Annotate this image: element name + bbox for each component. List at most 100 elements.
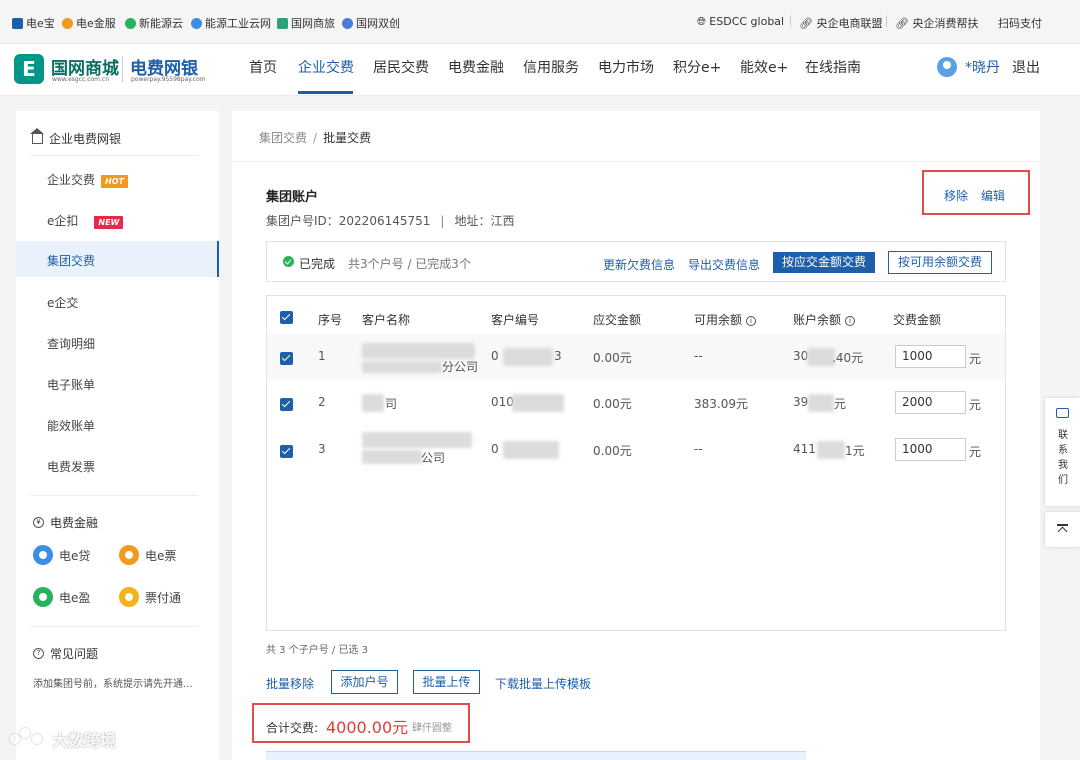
redacted-balance bbox=[808, 394, 834, 412]
sidebar-item-group-pay[interactable]: 集团交费 bbox=[16, 241, 219, 277]
shanglv-icon bbox=[277, 17, 288, 29]
pay-amount-input[interactable]: 2000 bbox=[895, 391, 966, 414]
customer-name: 司 bbox=[385, 397, 398, 411]
divider bbox=[30, 495, 198, 496]
row-index: 3 bbox=[318, 442, 326, 456]
select-all-checkbox[interactable] bbox=[280, 311, 293, 324]
link-icon: 🔗︎ bbox=[895, 17, 913, 30]
nav-enterprise-pay[interactable]: 企业交费 bbox=[298, 57, 354, 77]
account-id: 集团户号ID：202206145751 bbox=[266, 214, 431, 228]
logout-link[interactable]: 退出 bbox=[1012, 57, 1040, 77]
table-row: 1 分公司 0 3 0.00元 -- 30 .40元 1000 元 bbox=[267, 334, 1005, 380]
edai-icon bbox=[33, 545, 53, 565]
topbar-link-esdcc[interactable]: 🌐︎ ESDCC global bbox=[697, 15, 784, 29]
sidebar-item-invoice[interactable]: 电费发票 bbox=[47, 458, 95, 475]
nav-power-market[interactable]: 电力市场 bbox=[598, 57, 654, 77]
topbar-link-gongyeyun[interactable]: 能源工业云网 bbox=[191, 15, 271, 31]
finance-item-epiao[interactable]: 电e票 bbox=[119, 545, 176, 565]
sidebar-item-enterprise-pay[interactable]: 企业交费 HOT bbox=[47, 171, 128, 188]
finance-item-piaofutong[interactable]: 票付通 bbox=[119, 587, 181, 607]
info-icon[interactable]: i bbox=[746, 315, 757, 326]
total-amount: 4000.00元 bbox=[326, 718, 409, 737]
eying-icon bbox=[33, 587, 53, 607]
user-avatar-icon[interactable] bbox=[937, 57, 957, 77]
status-count: 共3个户号 / 已完成3个 bbox=[348, 257, 471, 271]
finance-item-daidai[interactable]: 电e贷 bbox=[33, 545, 90, 565]
sidebar-item-eqikou[interactable]: e企扣 NEW bbox=[47, 212, 124, 229]
faq-item[interactable]: 添加集团号前，系统提示请先开通... bbox=[33, 675, 193, 690]
divider bbox=[30, 155, 198, 156]
nav-resident-pay[interactable]: 居民交费 bbox=[373, 57, 429, 77]
nav-efficiency[interactable]: 能效e+ bbox=[740, 57, 788, 77]
shuangchuang-icon bbox=[342, 17, 353, 29]
highlight-box bbox=[922, 170, 1030, 215]
download-template-link[interactable]: 下载批量上传模板 bbox=[495, 675, 591, 692]
batch-remove-link[interactable]: 批量移除 bbox=[266, 675, 314, 692]
nav-points[interactable]: 积分e+ bbox=[673, 57, 721, 77]
row-checkbox[interactable] bbox=[280, 445, 293, 458]
nav-home[interactable]: 首页 bbox=[249, 57, 277, 77]
col-header-id: 客户编号 bbox=[491, 313, 540, 327]
pay-amount-input[interactable]: 1000 bbox=[895, 438, 966, 461]
topbar-link-alliance[interactable]: 🔗︎ 央企电商联盟 bbox=[799, 15, 882, 31]
col-header-available: 可用余额 i bbox=[694, 311, 757, 328]
sidebar-item-efficiency-bill[interactable]: 能效账单 bbox=[47, 417, 95, 434]
export-pay-info-link[interactable]: 导出交费信息 bbox=[688, 256, 760, 273]
redacted-id bbox=[512, 394, 564, 412]
col-header-name: 客户名称 bbox=[362, 313, 411, 327]
available-balance: -- bbox=[694, 442, 703, 456]
user-name[interactable]: *晓丹 bbox=[965, 57, 1000, 77]
edit-link[interactable]: 编辑 bbox=[981, 187, 1005, 204]
table-row: 2 司 010 0.00元 383.09元 39 元 2000 元 bbox=[267, 380, 1005, 426]
watermark-logo-icon bbox=[8, 728, 48, 750]
topbar-link-xinnengyuan[interactable]: 新能源云 bbox=[125, 15, 183, 31]
col-header-amount: 交费金额 bbox=[893, 313, 942, 327]
due-amount: 0.00元 bbox=[593, 397, 632, 411]
globe-icon: 🌐︎ bbox=[697, 15, 710, 28]
nav-credit-service[interactable]: 信用服务 bbox=[523, 57, 579, 77]
refresh-arrears-link[interactable]: 更新欠费信息 bbox=[603, 256, 675, 273]
watermark: 大数跨境 bbox=[8, 727, 116, 751]
sidebar-item-eqijiao[interactable]: e企交 bbox=[47, 294, 78, 311]
col-header-balance: 账户余额 i bbox=[793, 311, 856, 328]
notice-banner bbox=[266, 751, 806, 760]
logo-icon[interactable]: E bbox=[14, 54, 44, 84]
separator: | bbox=[440, 214, 445, 228]
sidebar-item-query-details[interactable]: 查询明细 bbox=[47, 335, 95, 352]
nav-power-finance[interactable]: 电费金融 bbox=[448, 57, 504, 77]
topbar-link-shuangchuang[interactable]: 国网双创 bbox=[342, 15, 400, 31]
divider bbox=[30, 626, 198, 627]
topbar-link-dianebao[interactable]: 电e宝 bbox=[12, 15, 55, 31]
account-title: 集团账户 bbox=[266, 190, 319, 205]
finance-item-eying[interactable]: 电e盈 bbox=[33, 587, 90, 607]
pay-amount-input[interactable]: 1000 bbox=[895, 345, 966, 368]
info-icon[interactable]: i bbox=[845, 315, 856, 326]
redacted-name bbox=[362, 450, 422, 464]
scan-pay-link[interactable]: 扫码支付 bbox=[998, 15, 1042, 31]
remove-link[interactable]: 移除 bbox=[944, 187, 968, 204]
main-panel: 集团交费 / 批量交费 集团账户 集团户号ID：202206145751 | 地址：江西… bbox=[232, 111, 1040, 760]
topbar-link-shanglv[interactable]: 国网商旅 bbox=[277, 15, 335, 31]
link-icon: 🔗︎ bbox=[799, 17, 817, 30]
topbar-link-fupin[interactable]: 🔗︎ 央企消费帮扶 bbox=[895, 15, 978, 31]
batch-upload-button[interactable]: 批量上传 bbox=[413, 670, 480, 694]
customer-id-head: 010 bbox=[491, 395, 514, 409]
nav-active-indicator bbox=[298, 91, 353, 94]
divider bbox=[790, 15, 791, 27]
sidebar-item-e-bill[interactable]: 电子账单 bbox=[47, 376, 95, 393]
contact-us-widget[interactable]: 联系我们 bbox=[1045, 398, 1080, 506]
nav-online-guide[interactable]: 在线指南 bbox=[805, 57, 861, 77]
gongyeyun-icon bbox=[191, 17, 202, 29]
row-checkbox[interactable] bbox=[280, 398, 293, 411]
row-checkbox[interactable] bbox=[280, 352, 293, 365]
pay-by-balance-button[interactable]: 按可用余额交费 bbox=[888, 251, 992, 274]
add-account-button[interactable]: 添加户号 bbox=[331, 670, 398, 694]
finance-section-title: ¥ 电费金融 bbox=[33, 514, 98, 531]
redacted-name bbox=[362, 343, 475, 359]
unit-label: 元 bbox=[969, 352, 982, 366]
pay-by-due-button[interactable]: 按应交金额交费 bbox=[773, 252, 875, 273]
topbar-link-jinfu[interactable]: 电e金服 bbox=[62, 15, 116, 31]
redacted-balance bbox=[807, 348, 835, 366]
breadcrumb-group-pay[interactable]: 集团交费 bbox=[259, 131, 307, 145]
back-to-top-button[interactable] bbox=[1045, 512, 1080, 547]
